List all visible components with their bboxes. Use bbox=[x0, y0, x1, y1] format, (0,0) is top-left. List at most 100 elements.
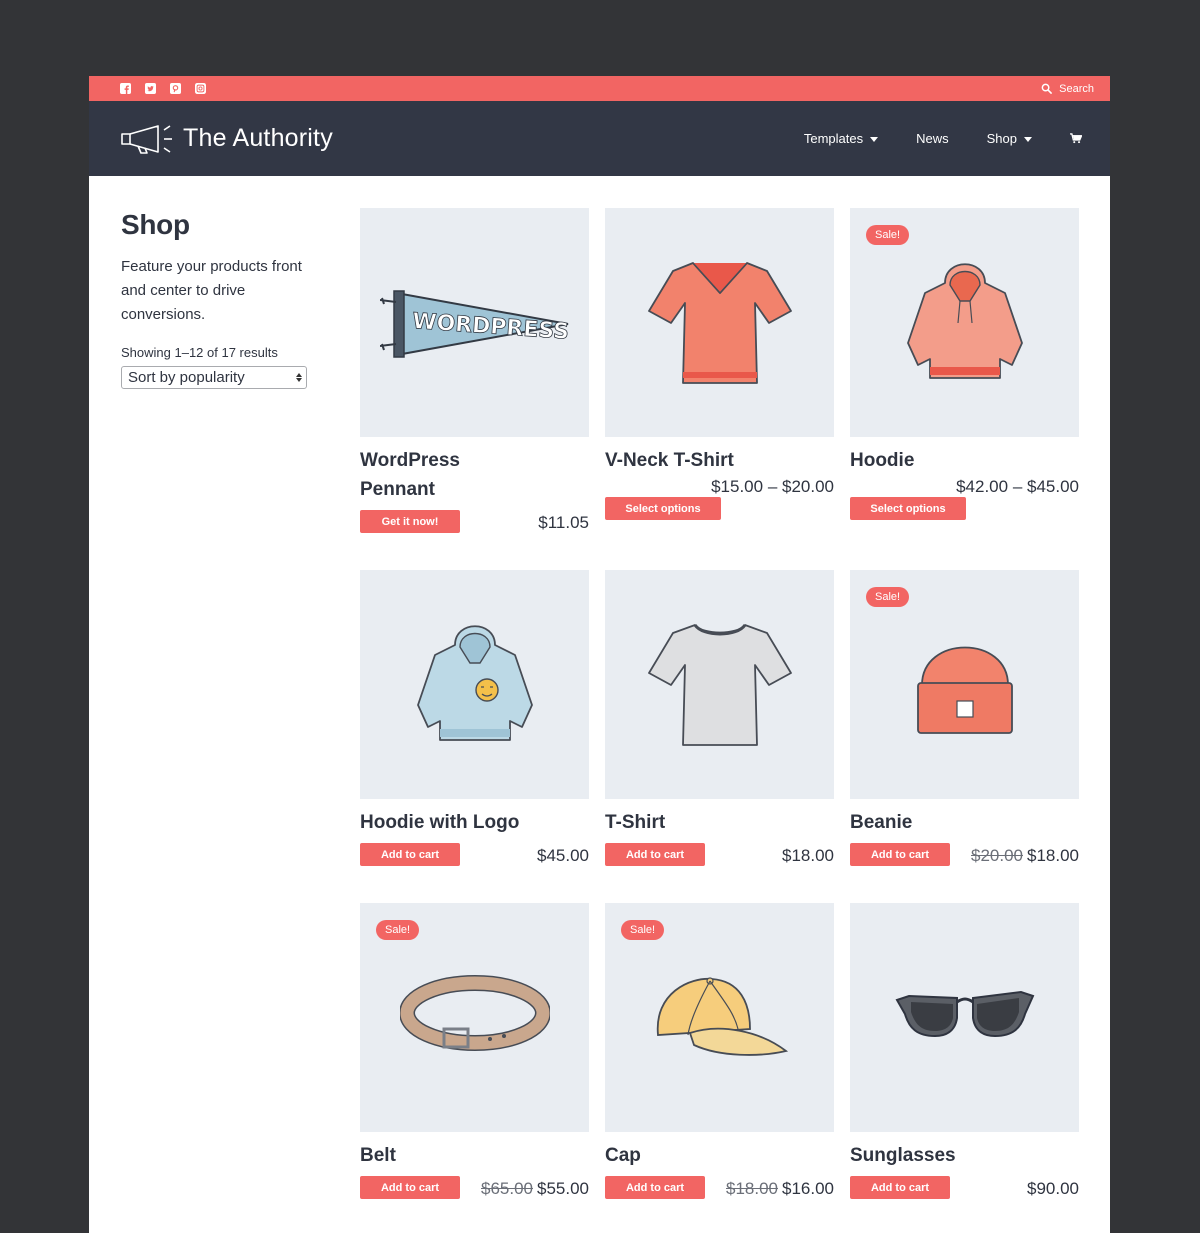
page-description: Feature your products front and center t… bbox=[121, 258, 302, 323]
sale-badge: Sale! bbox=[376, 920, 420, 940]
product-card: T-Shirt Add to cart $18.00 bbox=[605, 570, 834, 866]
twitter-icon[interactable] bbox=[145, 83, 156, 94]
nav-label: News bbox=[916, 131, 949, 146]
select-arrows-icon bbox=[296, 373, 302, 382]
top-bar: Search bbox=[89, 76, 1110, 101]
cart-icon[interactable] bbox=[1070, 133, 1082, 144]
product-actions: Add to cart $65.00 $55.00 bbox=[360, 1176, 589, 1199]
vneck-tshirt-image bbox=[647, 261, 792, 384]
select-options-button[interactable]: Select options bbox=[605, 497, 721, 520]
product-name[interactable]: WordPress Pennant bbox=[360, 446, 490, 504]
sunglasses-image bbox=[895, 990, 1034, 1037]
select-options-button[interactable]: Select options bbox=[850, 497, 966, 520]
search-icon bbox=[1041, 83, 1053, 94]
product-actions: Add to cart $90.00 bbox=[850, 1176, 1079, 1199]
product-price: $18.00 bbox=[782, 846, 834, 866]
nav-label: Templates bbox=[803, 131, 864, 146]
product-actions: Add to cart $45.00 bbox=[360, 843, 589, 866]
get-it-now-button[interactable]: Get it now! bbox=[360, 510, 460, 533]
pinterest-icon[interactable] bbox=[170, 83, 181, 94]
product-image[interactable] bbox=[605, 208, 834, 437]
product-image[interactable]: Sale! bbox=[360, 903, 589, 1132]
product-card: Sale! Hoodie Select options $42.00 – $45… bbox=[850, 208, 1079, 520]
nav-label: Shop bbox=[986, 131, 1017, 146]
product-price: $11.05 bbox=[538, 513, 589, 533]
price-value: $16.00 bbox=[782, 1179, 834, 1198]
product-name[interactable]: Sunglasses bbox=[850, 1141, 1079, 1170]
hoodie-image bbox=[906, 262, 1023, 379]
search-label: Search bbox=[1059, 82, 1094, 95]
product-card: Hoodie with Logo Add to cart $45.00 bbox=[360, 570, 589, 866]
price-value: $55.00 bbox=[537, 1179, 589, 1198]
product-price: $90.00 bbox=[1027, 1179, 1079, 1199]
sale-badge: Sale! bbox=[621, 920, 665, 940]
result-count: Showing 1–12 of 17 results bbox=[121, 345, 278, 360]
product-card: Sale! Belt Add to cart $65.00 $55.00 bbox=[360, 903, 589, 1199]
product-card: WORDPRESS WordPress Pennant Get it now! … bbox=[360, 208, 589, 533]
site-header: The Authority Templates News Shop bbox=[89, 101, 1110, 176]
nav-item-shop[interactable]: Shop bbox=[987, 131, 1032, 146]
pennant-image: WORDPRESS bbox=[379, 289, 570, 358]
search-link[interactable]: Search bbox=[1041, 83, 1094, 95]
product-price: $65.00 $55.00 bbox=[481, 1179, 589, 1199]
facebook-icon[interactable] bbox=[120, 83, 131, 94]
product-image[interactable]: Sale! bbox=[605, 903, 834, 1132]
tshirt-image bbox=[647, 623, 792, 746]
chevron-down-icon bbox=[870, 136, 879, 142]
brand-name: The Authority bbox=[183, 124, 333, 152]
page-title: Shop bbox=[121, 209, 190, 240]
product-price: $42.00 – $45.00 bbox=[956, 477, 1079, 497]
product-name[interactable]: Hoodie with Logo bbox=[360, 808, 589, 837]
product-actions: Select options $42.00 – $45.00 bbox=[850, 477, 1079, 520]
megaphone-logo-icon bbox=[120, 122, 174, 156]
product-image[interactable] bbox=[850, 903, 1079, 1132]
product-name[interactable]: T-Shirt bbox=[605, 808, 834, 837]
old-price: $20.00 bbox=[971, 846, 1023, 865]
old-price: $65.00 bbox=[481, 1179, 533, 1198]
cap-image bbox=[656, 976, 788, 1056]
social-links bbox=[120, 83, 206, 94]
old-price: $18.00 bbox=[726, 1179, 778, 1198]
product-image[interactable]: Sale! bbox=[850, 208, 1079, 437]
price-value: $18.00 bbox=[1027, 846, 1079, 865]
price-value: $11.05 bbox=[538, 513, 589, 532]
sale-badge: Sale! bbox=[866, 225, 910, 245]
product-actions: Select options $15.00 – $20.00 bbox=[605, 477, 834, 520]
product-name[interactable]: Belt bbox=[360, 1141, 589, 1170]
belt-image bbox=[399, 974, 550, 1051]
add-to-cart-button[interactable]: Add to cart bbox=[605, 1176, 705, 1199]
price-value: $42.00 – $45.00 bbox=[956, 477, 1079, 496]
hoodie-with-logo-image bbox=[416, 624, 533, 741]
add-to-cart-button[interactable]: Add to cart bbox=[360, 843, 460, 866]
add-to-cart-button[interactable]: Add to cart bbox=[850, 1176, 950, 1199]
brand-link[interactable]: The Authority bbox=[120, 122, 333, 156]
product-actions: Get it now! $11.05 bbox=[360, 510, 589, 533]
product-image[interactable]: Sale! bbox=[850, 570, 1079, 799]
product-card: Sunglasses Add to cart $90.00 bbox=[850, 903, 1079, 1199]
product-name[interactable]: Beanie bbox=[850, 808, 1079, 837]
product-actions: Add to cart $20.00 $18.00 bbox=[850, 843, 1079, 866]
product-image[interactable]: WORDPRESS bbox=[360, 208, 589, 437]
product-name[interactable]: V-Neck T-Shirt bbox=[605, 446, 834, 475]
chevron-down-icon bbox=[1024, 136, 1032, 142]
product-name[interactable]: Cap bbox=[605, 1141, 834, 1170]
product-actions: Add to cart $18.00 bbox=[605, 843, 834, 866]
sort-select-value: Sort by popularity bbox=[128, 369, 245, 386]
product-image[interactable] bbox=[360, 570, 589, 799]
product-actions: Add to cart $18.00 $16.00 bbox=[605, 1176, 834, 1199]
add-to-cart-button[interactable]: Add to cart bbox=[360, 1176, 460, 1199]
add-to-cart-button[interactable]: Add to cart bbox=[605, 843, 705, 866]
nav-item-templates[interactable]: Templates bbox=[803, 131, 879, 146]
sort-select[interactable]: Sort by popularity bbox=[121, 366, 307, 389]
product-name[interactable]: Hoodie bbox=[850, 446, 1079, 475]
shop-sidebar: Shop Feature your products front and cen… bbox=[121, 209, 321, 389]
instagram-icon[interactable] bbox=[195, 83, 206, 94]
sale-badge: Sale! bbox=[866, 587, 910, 607]
product-card: Sale! Cap Add to cart $18.00 $16.00 bbox=[605, 903, 834, 1199]
price-value: $90.00 bbox=[1027, 1179, 1079, 1198]
product-price: $15.00 – $20.00 bbox=[711, 477, 834, 497]
product-image[interactable] bbox=[605, 570, 834, 799]
add-to-cart-button[interactable]: Add to cart bbox=[850, 843, 950, 866]
nav-item-news[interactable]: News bbox=[916, 131, 949, 146]
product-price: $18.00 $16.00 bbox=[726, 1179, 834, 1199]
